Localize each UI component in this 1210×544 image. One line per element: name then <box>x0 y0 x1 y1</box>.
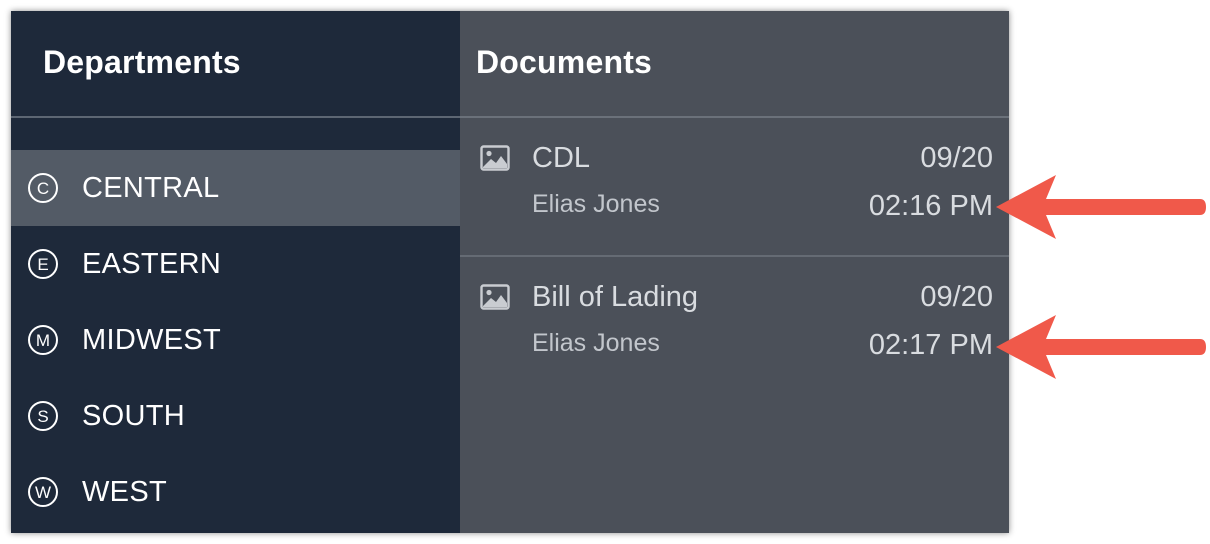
dept-label: SOUTH <box>82 399 185 432</box>
dept-item-central[interactable]: C CENTRAL <box>11 150 460 226</box>
circled-letter-c-icon: C <box>28 173 58 203</box>
documents-header: Documents <box>460 11 1009 118</box>
app-window: Departments C CENTRAL E EASTERN M MIDWES… <box>11 11 1009 533</box>
dept-item-midwest[interactable]: M MIDWEST <box>11 302 460 378</box>
document-time: 02:16 PM <box>868 190 993 222</box>
dept-label: EASTERN <box>82 247 222 280</box>
dept-item-west[interactable]: W WEST <box>11 454 460 530</box>
document-title: CDL <box>532 142 591 174</box>
document-row-bill-of-lading[interactable]: Bill of Lading Elias Jones 09/20 02:17 P… <box>460 257 1009 396</box>
image-icon <box>480 284 510 310</box>
document-author: Elias Jones <box>532 329 660 357</box>
dept-item-eastern[interactable]: E EASTERN <box>11 226 460 302</box>
documents-title: Documents <box>476 44 653 80</box>
documents-panel: Documents CDL Elias Jones 09/20 02:16 PM <box>460 11 1009 533</box>
annotation-arrow-icon <box>996 175 1206 239</box>
dept-item-south[interactable]: S SOUTH <box>11 378 460 454</box>
departments-header: Departments <box>11 11 460 118</box>
departments-title: Departments <box>43 44 241 80</box>
circled-letter-w-icon: W <box>28 477 58 507</box>
document-title: Bill of Lading <box>532 281 699 313</box>
dept-label: CENTRAL <box>82 171 220 204</box>
document-date: 09/20 <box>920 281 993 313</box>
annotation-arrow-icon <box>996 315 1206 379</box>
circled-letter-e-icon: E <box>28 249 58 279</box>
circled-letter-s-icon: S <box>28 401 58 431</box>
departments-panel: Departments C CENTRAL E EASTERN M MIDWES… <box>11 11 460 533</box>
circled-letter-m-icon: M <box>28 325 58 355</box>
document-date: 09/20 <box>920 142 993 174</box>
document-time: 02:17 PM <box>868 329 993 361</box>
dept-label: MIDWEST <box>82 323 222 356</box>
image-icon <box>480 145 510 171</box>
departments-list: C CENTRAL E EASTERN M MIDWEST S SOUTH W <box>11 150 460 530</box>
dept-label: WEST <box>82 475 167 508</box>
document-author: Elias Jones <box>532 190 660 218</box>
screenshot-canvas: Departments C CENTRAL E EASTERN M MIDWES… <box>0 0 1210 544</box>
document-row-cdl[interactable]: CDL Elias Jones 09/20 02:16 PM <box>460 118 1009 257</box>
